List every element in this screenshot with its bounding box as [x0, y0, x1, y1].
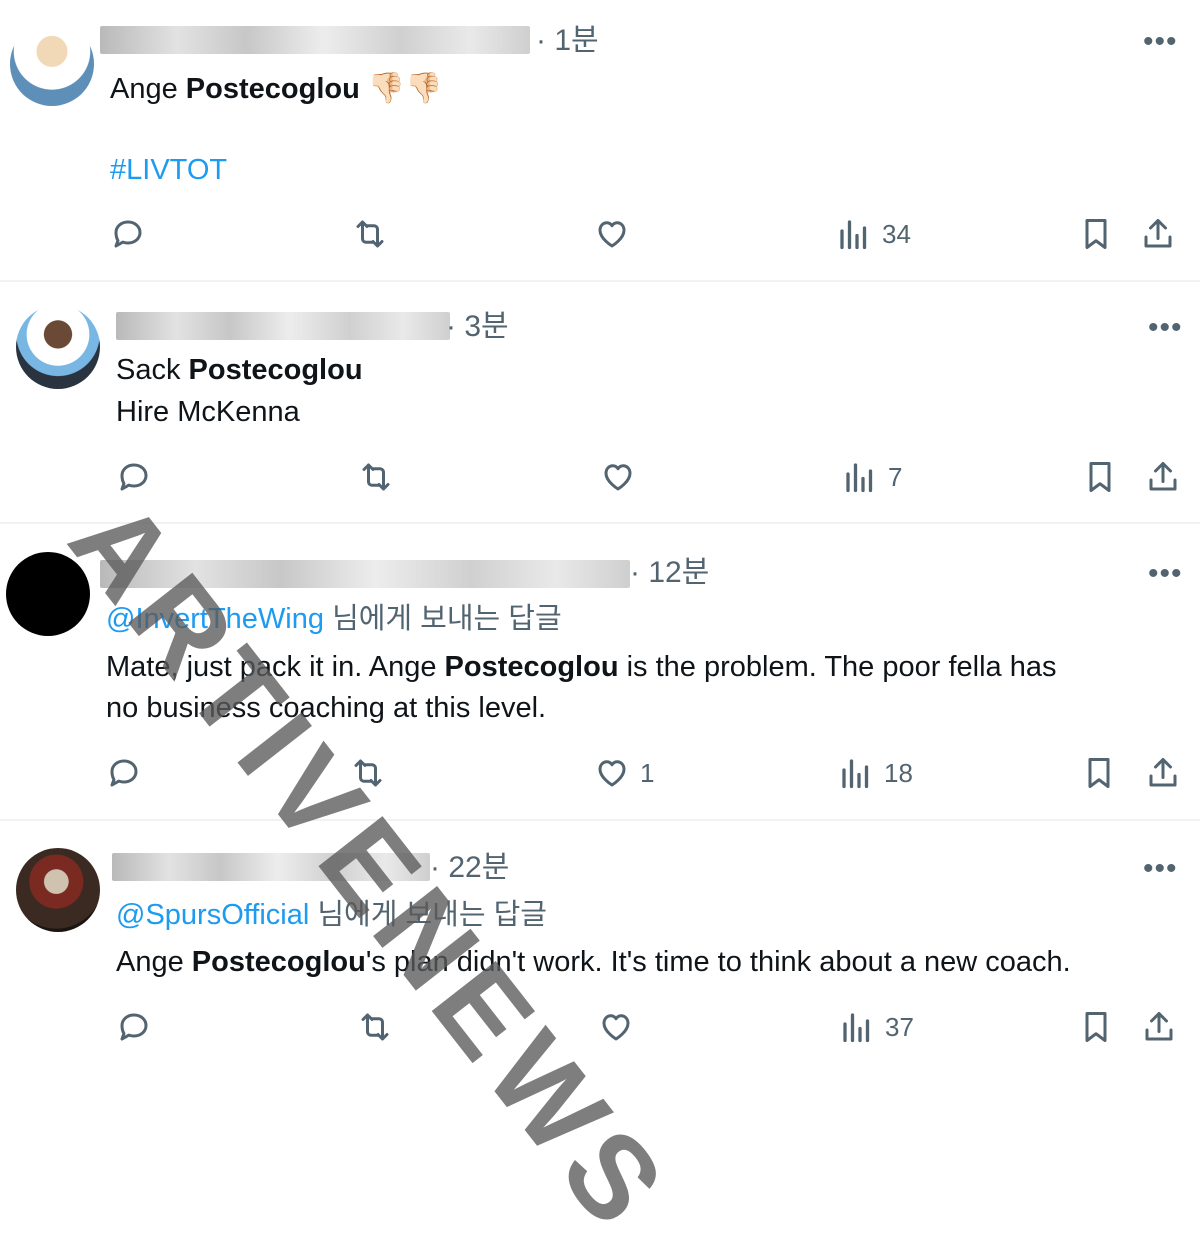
avatar[interactable]: [6, 552, 90, 636]
reply-context: @InvertTheWing 님에게 보내는 답글: [106, 599, 562, 640]
analytics-icon: [840, 220, 867, 250]
tweet-text-prefix: Sack: [116, 354, 189, 386]
reply-button[interactable]: [116, 459, 152, 495]
avatar[interactable]: [10, 22, 94, 106]
bookmark-icon: [1089, 462, 1111, 492]
heart-icon: [598, 221, 626, 248]
repost-icon: [361, 1013, 389, 1041]
bookmark-button[interactable]: [1078, 1009, 1114, 1045]
more-options-button[interactable]: •••: [1143, 854, 1178, 884]
more-options-button[interactable]: •••: [1148, 559, 1183, 589]
more-options-button[interactable]: •••: [1148, 313, 1183, 343]
bookmark-icon: [1088, 758, 1110, 788]
bookmark-button[interactable]: [1078, 216, 1114, 252]
bookmark-button[interactable]: [1081, 755, 1117, 791]
reply-to-suffix: 님에게 보내는 답글: [309, 899, 547, 931]
share-button[interactable]: [1145, 459, 1181, 495]
tweet-text-prefix: Ange: [116, 946, 192, 978]
tweet-text-suffix: 's plan didn't work. It's time to think …: [365, 946, 1071, 978]
repost-button[interactable]: [352, 216, 388, 252]
tweet-text-suffix: is the problem. The poor fella has: [618, 651, 1057, 683]
repost-button[interactable]: [350, 755, 386, 791]
like-button[interactable]: [600, 459, 636, 495]
tweet-text: Ange Postecoglou 👎🏻👎🏻: [110, 68, 443, 110]
tweet-text-line-2: Hire McKenna: [116, 396, 300, 428]
timestamp[interactable]: · 22분: [430, 853, 509, 883]
tweet-text-prefix: Mate, just pack it in. Ange: [106, 651, 445, 683]
tweet-text: Ange Postecoglou's plan didn't work. It'…: [116, 942, 1071, 983]
tweet-text-prefix: Ange: [110, 73, 186, 105]
analytics-icon: [843, 1013, 870, 1043]
share-button[interactable]: [1145, 755, 1181, 791]
bookmark-icon: [1085, 219, 1107, 249]
analytics-icon: [846, 463, 873, 493]
like-button[interactable]: [598, 1009, 634, 1045]
thumbs-down-emoji: 👎🏻👎🏻: [367, 72, 443, 105]
reply-button[interactable]: [106, 755, 142, 791]
tweet-4[interactable]: · 22분 ••• @SpursOfficial 님에게 보내는 답글 Ange…: [0, 821, 1200, 1075]
repost-icon: [362, 463, 390, 491]
share-icon: [1149, 758, 1177, 787]
views-button[interactable]: 7: [842, 459, 902, 495]
timestamp[interactable]: · 3분: [446, 312, 509, 342]
reply-icon: [120, 1013, 148, 1041]
like-button[interactable]: [594, 216, 630, 252]
tweet-text-bold: Postecoglou: [191, 946, 366, 978]
avatar[interactable]: [16, 848, 100, 932]
heart-icon: [602, 1014, 630, 1041]
tweet-text-bold: Postecoglou: [444, 651, 619, 683]
tweet-1[interactable]: · 1분 ••• Ange Postecoglou 👎🏻👎🏻 #LIVTOT 3…: [0, 0, 1200, 280]
more-options-button[interactable]: •••: [1143, 27, 1178, 57]
timestamp[interactable]: · 1분: [536, 26, 599, 56]
share-icon: [1145, 1012, 1173, 1041]
bookmark-button[interactable]: [1082, 459, 1118, 495]
like-button[interactable]: 1: [594, 755, 654, 791]
tweet-text-bold: Postecoglou: [185, 73, 360, 105]
views-count: 37: [885, 1011, 914, 1042]
share-button[interactable]: [1141, 1009, 1177, 1045]
analytics-icon: [842, 759, 869, 789]
views-button[interactable]: 37: [839, 1009, 914, 1045]
bookmark-icon: [1085, 1012, 1107, 1042]
heart-icon: [598, 760, 626, 787]
repost-icon: [356, 220, 384, 248]
reply-context: @SpursOfficial 님에게 보내는 답글: [116, 895, 547, 936]
repost-icon: [354, 759, 382, 787]
share-button[interactable]: [1140, 216, 1176, 252]
share-icon: [1149, 462, 1177, 491]
repost-button[interactable]: [357, 1009, 393, 1045]
blurred-username: [116, 312, 450, 340]
reply-icon: [114, 220, 142, 248]
views-button[interactable]: 18: [838, 755, 913, 791]
reply-to-handle[interactable]: @SpursOfficial: [116, 899, 309, 931]
heart-icon: [604, 464, 632, 491]
reply-to-handle[interactable]: @InvertTheWing: [106, 603, 324, 635]
tweet-text-bold: Postecoglou: [188, 354, 363, 386]
likes-count: 1: [640, 757, 655, 788]
reply-to-suffix: 님에게 보내는 답글: [324, 603, 562, 635]
share-icon: [1144, 219, 1172, 248]
reply-icon: [110, 759, 138, 787]
repost-button[interactable]: [358, 459, 394, 495]
blurred-username: [100, 560, 630, 588]
views-count: 18: [884, 757, 913, 788]
blurred-username: [112, 853, 430, 881]
tweet-text-line-2: no business coaching at this level.: [106, 692, 547, 724]
reply-button[interactable]: [110, 216, 146, 252]
views-button[interactable]: 34: [836, 216, 911, 252]
tweet-text: Mate, just pack it in. Ange Postecoglou …: [106, 647, 1056, 688]
hashtag-link[interactable]: #LIVTOT: [110, 150, 227, 191]
views-count: 34: [882, 218, 911, 249]
blurred-username: [100, 26, 530, 54]
avatar[interactable]: [16, 305, 100, 389]
reply-button[interactable]: [116, 1009, 152, 1045]
tweet-3[interactable]: · 12분 ••• @InvertTheWing 님에게 보내는 답글 Mate…: [0, 524, 1200, 819]
views-count: 7: [888, 461, 903, 492]
tweet-2[interactable]: · 3분 ••• Sack Postecoglou Hire McKenna 7: [0, 282, 1200, 522]
reply-icon: [120, 463, 148, 491]
tweet-text: Sack Postecoglou: [116, 350, 363, 391]
timestamp[interactable]: · 12분: [630, 558, 709, 588]
